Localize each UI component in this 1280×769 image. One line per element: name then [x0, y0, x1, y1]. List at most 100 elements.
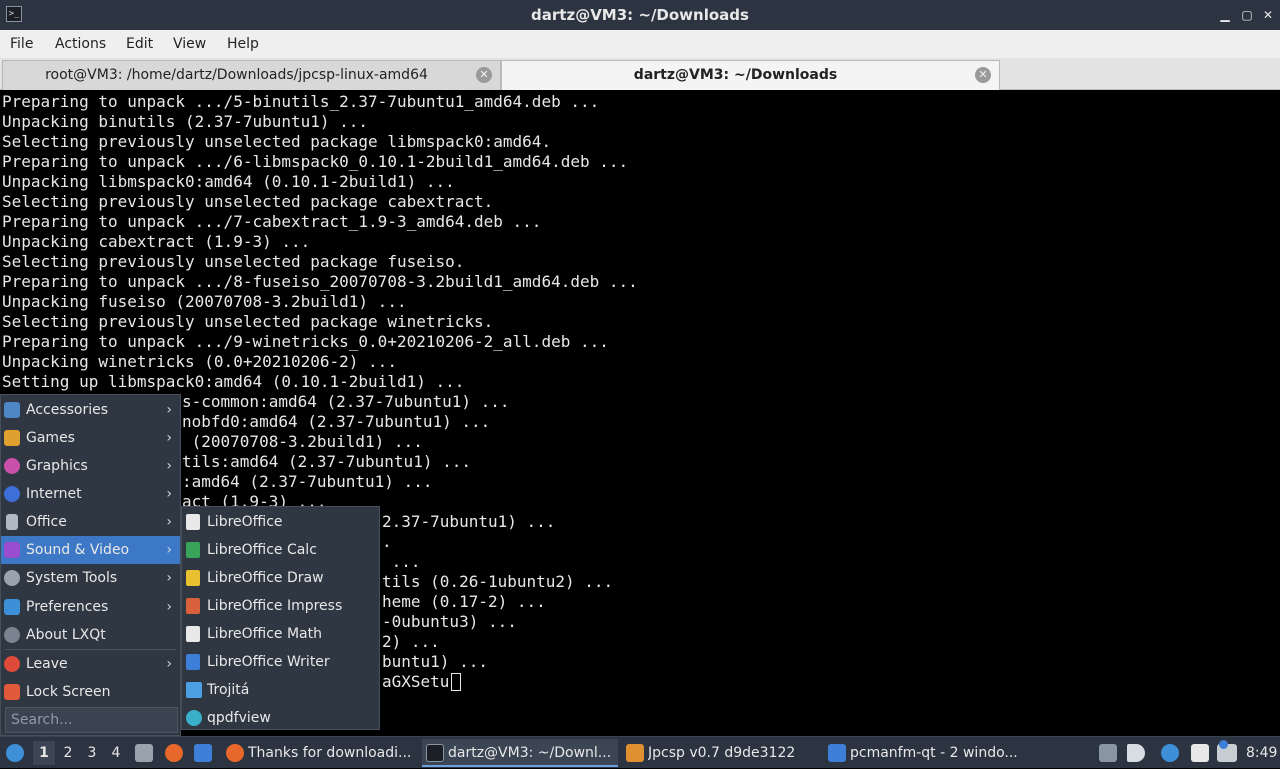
- menu-actions[interactable]: Actions: [53, 30, 108, 58]
- chevron-right-icon: ›: [166, 402, 172, 418]
- tab-dartz-downloads[interactable]: dartz@VM3: ~/Downloads ✕: [501, 60, 1000, 90]
- submenu-item-label: LibreOffice Math: [207, 626, 322, 642]
- system-tray-app-icon[interactable]: [1161, 744, 1179, 762]
- internet-icon: [4, 486, 20, 502]
- task-jpcsp[interactable]: Jpcsp v0.7 d9de3122: [622, 739, 818, 767]
- menu-item-graphics[interactable]: Graphics ›: [1, 452, 180, 480]
- firefox-launcher-icon[interactable]: [165, 744, 183, 762]
- minimize-icon[interactable]: ▁: [1217, 7, 1233, 23]
- task-label: Thanks for downloadi...: [248, 745, 412, 761]
- chevron-right-icon: ›: [166, 458, 172, 474]
- menu-item-label: Office: [26, 514, 67, 530]
- submenu-item-libreoffice-math[interactable]: LibreOffice Math: [182, 620, 379, 648]
- clock[interactable]: 8:49: [1246, 737, 1277, 769]
- task-firefox[interactable]: Thanks for downloadi...: [222, 739, 418, 767]
- submenu-item-label: qpdfview: [207, 710, 271, 726]
- close-icon[interactable]: ✕: [1260, 7, 1276, 23]
- submenu-item-libreoffice[interactable]: LibreOffice: [182, 508, 379, 536]
- menu-item-preferences[interactable]: Preferences ›: [1, 593, 180, 621]
- menu-item-sound-video[interactable]: Sound & Video ›: [1, 536, 180, 564]
- qpdfview-icon: [186, 710, 202, 726]
- menu-edit[interactable]: Edit: [124, 30, 155, 58]
- menu-view[interactable]: View: [171, 30, 208, 58]
- office-icon: [6, 514, 18, 530]
- chevron-right-icon: ›: [166, 570, 172, 586]
- submenu-item-libreoffice-calc[interactable]: LibreOffice Calc: [182, 536, 379, 564]
- terminal-line-fragment: heme (0.17-2) ...: [382, 592, 546, 611]
- menu-bar: File Actions Edit View Help: [0, 30, 1280, 58]
- menu-item-games[interactable]: Games ›: [1, 424, 180, 452]
- tab-label: root@VM3: /home/dartz/Downloads/jpcsp-li…: [45, 67, 428, 83]
- menu-file[interactable]: File: [8, 30, 35, 58]
- terminal-line: Setting up libmspack0:amd64 (0.10.1-2bui…: [2, 372, 465, 391]
- terminal-line: Unpacking winetricks (0.0+20210206-2) ..…: [2, 352, 397, 371]
- terminal-line: Preparing to unpack .../9-winetricks_0.0…: [2, 332, 609, 351]
- desktop-2-button[interactable]: 2: [57, 741, 79, 765]
- terminal-line: Unpacking libmspack0:amd64 (0.10.1-2buil…: [2, 172, 455, 191]
- task-pcmanfm[interactable]: pcmanfm-qt - 2 windo...: [824, 739, 1020, 767]
- desktop-1-button[interactable]: 1: [33, 741, 55, 765]
- tab-close-icon[interactable]: ✕: [476, 67, 492, 83]
- jpcsp-icon: [626, 744, 644, 762]
- submenu-item-label: LibreOffice Draw: [207, 570, 324, 586]
- submenu-item-libreoffice-writer[interactable]: LibreOffice Writer: [182, 648, 379, 676]
- menu-item-accessories[interactable]: Accessories ›: [1, 396, 180, 424]
- terminal-line-fragment: -0ubuntu3) ...: [382, 612, 517, 631]
- tab-root-jpcsp[interactable]: root@VM3: /home/dartz/Downloads/jpcsp-li…: [2, 60, 501, 90]
- terminal-prompt-fragment: aGXSetu: [382, 672, 450, 691]
- submenu-item-libreoffice-draw[interactable]: LibreOffice Draw: [182, 564, 379, 592]
- terminal-cursor: [451, 673, 461, 691]
- desktop-4-button[interactable]: 4: [105, 741, 127, 765]
- submenu-item-label: LibreOffice Writer: [207, 654, 330, 670]
- games-icon: [4, 430, 20, 446]
- terminal-line: Preparing to unpack .../5-binutils_2.37-…: [2, 92, 600, 111]
- tab-close-icon[interactable]: ✕: [975, 67, 991, 83]
- submenu-item-libreoffice-impress[interactable]: LibreOffice Impress: [182, 592, 379, 620]
- menu-item-system-tools[interactable]: System Tools ›: [1, 564, 180, 592]
- menu-item-label: Lock Screen: [26, 684, 111, 700]
- terminal-line-fragment: 2) ...: [382, 632, 440, 651]
- submenu-item-qpdfview[interactable]: qpdfview: [182, 704, 379, 732]
- start-menu-icon[interactable]: [6, 744, 24, 762]
- task-label: dartz@VM3: ~/Downl...: [448, 745, 612, 761]
- menu-item-label: Preferences: [26, 599, 109, 615]
- eject-icon[interactable]: [1099, 744, 1117, 762]
- terminal-line-fragment: :amd64 (2.37-7ubuntu1) ...: [182, 472, 433, 491]
- libreoffice-impress-icon: [186, 598, 200, 614]
- submenu-item-label: LibreOffice Calc: [207, 542, 317, 558]
- terminal-line-fragment: 2.37-7ubuntu1) ...: [382, 512, 556, 531]
- menu-item-label: Internet: [26, 486, 82, 502]
- system-tools-icon: [4, 570, 20, 586]
- folder-icon: [828, 744, 846, 762]
- trojita-icon: [186, 682, 202, 698]
- submenu-item-label: LibreOffice Impress: [207, 598, 343, 614]
- firefox-icon: [226, 744, 244, 762]
- menu-help[interactable]: Help: [225, 30, 261, 58]
- menu-item-label: Sound & Video: [26, 542, 130, 558]
- show-desktop-icon[interactable]: [194, 744, 212, 762]
- terminal-line-fragment: ...: [382, 552, 421, 571]
- window-titlebar[interactable]: >_ dartz@VM3: ~/Downloads ▁ ▢ ✕: [0, 0, 1280, 30]
- menu-item-leave[interactable]: Leave ›: [1, 650, 180, 678]
- terminal-line: Unpacking cabextract (1.9-3) ...: [2, 232, 311, 251]
- desktop-3-button[interactable]: 3: [81, 741, 103, 765]
- maximize-icon[interactable]: ▢: [1239, 7, 1255, 23]
- chevron-right-icon: ›: [166, 599, 172, 615]
- submenu-item-trojita[interactable]: Trojitá: [182, 676, 379, 704]
- task-terminal[interactable]: dartz@VM3: ~/Downl...: [422, 739, 618, 767]
- clipboard-icon[interactable]: [1191, 744, 1209, 762]
- terminal-icon: [426, 744, 444, 762]
- file-manager-launcher-icon[interactable]: [135, 744, 153, 762]
- accessories-icon: [4, 402, 20, 418]
- preferences-icon: [4, 599, 20, 615]
- menu-item-internet[interactable]: Internet ›: [1, 480, 180, 508]
- chevron-right-icon: ›: [166, 514, 172, 530]
- terminal-line-fragment: nobfd0:amd64 (2.37-7ubuntu1) ...: [182, 412, 491, 431]
- menu-item-lock-screen[interactable]: Lock Screen: [1, 678, 180, 706]
- libreoffice-icon: [186, 514, 200, 530]
- start-menu: Accessories › Games › Graphics › Interne…: [0, 394, 181, 736]
- menu-search-input[interactable]: Search...: [5, 707, 178, 733]
- volume-icon[interactable]: [1127, 744, 1145, 762]
- menu-item-about-lxqt[interactable]: About LXQt: [1, 621, 180, 649]
- menu-item-office[interactable]: Office ›: [1, 508, 180, 536]
